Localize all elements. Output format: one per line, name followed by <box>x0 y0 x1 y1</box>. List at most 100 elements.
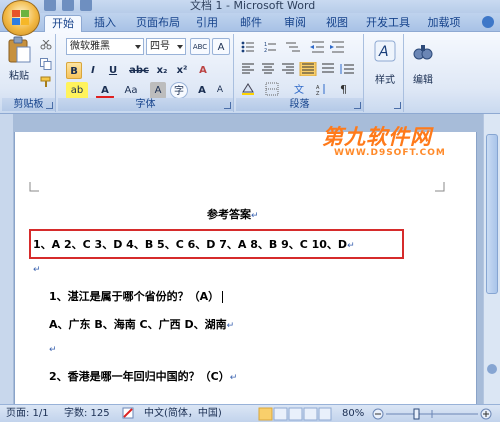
paste-label: 粘贴 <box>9 71 29 82</box>
chinese-layout-icon[interactable]: 文 <box>294 83 304 96</box>
editing-button[interactable]: 编辑 <box>408 40 438 86</box>
tab-review[interactable]: 审阅 <box>280 15 310 32</box>
zoom-slider[interactable] <box>372 407 494 421</box>
numbering-icon[interactable]: 12 <box>264 42 276 54</box>
strikethrough-button[interactable]: abc <box>128 62 150 79</box>
shading-borders-row: 文 AZ ¶ <box>240 82 360 97</box>
quick-access-toolbar <box>44 0 92 12</box>
styles-dialog-launcher[interactable] <box>394 102 401 109</box>
zoom-slider-thumb <box>413 408 420 420</box>
proofing-icon[interactable] <box>122 407 134 419</box>
redo-icon[interactable] <box>80 0 92 11</box>
grow-font-button[interactable]: A <box>194 82 210 99</box>
paragraph-mark: ↵ <box>49 345 57 355</box>
browse-object-icon[interactable] <box>487 364 497 374</box>
svg-text:Z: Z <box>316 91 320 96</box>
bullets-icon[interactable] <box>241 41 254 53</box>
margin-corner-icon <box>435 182 445 192</box>
character-shading-button[interactable]: A <box>150 82 166 99</box>
align-left-icon[interactable] <box>242 63 254 74</box>
text-highlight-button[interactable]: ab <box>66 82 88 99</box>
shading-icon[interactable] <box>242 83 254 95</box>
decrease-indent-icon[interactable] <box>310 41 324 53</box>
tab-insert[interactable]: 插入 <box>88 15 122 32</box>
font-size-value: 四号 <box>150 41 170 52</box>
zoom-level[interactable]: 80% <box>342 407 364 421</box>
subscript-button[interactable]: x₂ <box>154 62 170 79</box>
italic-button[interactable]: I <box>86 62 100 79</box>
print-layout-view-icon[interactable] <box>258 407 273 421</box>
tab-view[interactable]: 视图 <box>322 15 352 32</box>
font-size-combo[interactable]: 四号 <box>146 38 186 55</box>
chevron-down-icon <box>135 45 141 49</box>
watermark-url: WWW.D9SOFT.COM <box>334 148 446 158</box>
tab-addins[interactable]: 加载项 <box>424 15 464 32</box>
watermark-title: 第九软件网 <box>322 125 432 149</box>
save-icon[interactable] <box>44 0 56 11</box>
status-bar: 页面: 1/1 字数: 125 中文(简体，中国) 80% <box>0 404 500 422</box>
alignment-buttons-row <box>240 61 360 77</box>
align-right-icon[interactable] <box>282 63 294 74</box>
font-name-combo[interactable]: 微软雅黑 <box>66 38 144 55</box>
clipboard-dialog-launcher[interactable] <box>46 102 53 109</box>
multilevel-list-icon[interactable] <box>286 42 300 52</box>
font-dialog-launcher[interactable] <box>224 102 231 109</box>
document-page[interactable]: 参考答案↵ 1、A 2、C 3、D 4、B 5、C 6、D 7、A 8、B 9、… <box>14 132 477 404</box>
text-cursor <box>222 291 224 303</box>
styles-button[interactable]: A 样式 <box>370 40 400 86</box>
superscript-button[interactable]: x² <box>174 62 190 79</box>
full-screen-reading-icon[interactable] <box>273 407 288 421</box>
web-layout-icon[interactable] <box>288 407 303 421</box>
format-painter-icon[interactable] <box>40 76 52 88</box>
outline-view-icon[interactable] <box>303 407 318 421</box>
title-bar: 文档 1 - Microsoft Word <box>0 0 500 13</box>
character-border-button[interactable]: A <box>212 38 230 55</box>
underline-button[interactable]: U <box>104 62 122 79</box>
align-center-icon[interactable] <box>262 63 274 74</box>
shrink-font-button[interactable]: A <box>212 82 228 99</box>
tab-page-layout[interactable]: 页面布局 <box>130 15 186 32</box>
distributed-icon[interactable] <box>322 63 334 73</box>
sort-icon[interactable]: AZ <box>316 84 325 97</box>
tab-mailings[interactable]: 邮件 <box>236 15 266 32</box>
change-case-button[interactable]: Aa <box>120 82 142 99</box>
doc-question-1: 1、湛江是属于哪个省份的？（A） <box>49 288 224 304</box>
phonetic-guide-button[interactable]: ABC <box>190 38 210 55</box>
svg-text:2: 2 <box>264 48 267 54</box>
paste-button[interactable]: 粘贴 <box>4 36 34 88</box>
paragraph-group-label: 段落 <box>236 98 363 111</box>
margin-corner-icon <box>29 182 39 192</box>
scroll-thumb[interactable] <box>486 134 498 294</box>
doc-question-1-options: A、广东 B、海南 C、广西 D、湖南↵ <box>49 318 235 331</box>
clear-formatting-button[interactable]: A <box>194 62 212 79</box>
ribbon: 粘贴 剪贴板 微软雅黑 四号 ABC A B I U abc x₂ x² A a… <box>0 32 500 114</box>
vertical-scrollbar[interactable] <box>483 114 500 404</box>
cut-icon[interactable] <box>40 39 52 50</box>
show-marks-icon[interactable]: ¶ <box>340 83 347 96</box>
tab-references[interactable]: 引用 <box>192 15 222 32</box>
enclose-characters-button[interactable]: 字 <box>170 82 188 99</box>
help-icon[interactable] <box>482 16 494 28</box>
line-spacing-icon[interactable] <box>340 64 354 74</box>
styles-icon: A <box>374 40 396 62</box>
paragraph-dialog-launcher[interactable] <box>354 102 361 109</box>
language-indicator[interactable]: 中文(简体，中国) <box>144 407 222 421</box>
tab-developer[interactable]: 开发工具 <box>364 15 412 32</box>
page-count[interactable]: 页面: 1/1 <box>6 407 49 421</box>
font-color-button[interactable]: A <box>96 82 114 99</box>
svg-text:文: 文 <box>294 83 304 96</box>
draft-view-icon[interactable] <box>318 407 332 421</box>
bold-button[interactable]: B <box>66 62 82 79</box>
svg-text:¶: ¶ <box>340 83 347 96</box>
styles-group: A 样式 <box>366 34 404 112</box>
font-group: 微软雅黑 四号 ABC A B I U abc x₂ x² A ab A Aa … <box>58 34 234 112</box>
borders-icon[interactable] <box>265 82 279 96</box>
tab-home[interactable]: 开始 <box>44 15 82 32</box>
undo-icon[interactable] <box>62 0 74 11</box>
increase-indent-icon[interactable] <box>330 41 344 53</box>
editing-label: 编辑 <box>413 75 433 86</box>
ribbon-tabs: 开始 插入 页面布局 引用 邮件 审阅 视图 开发工具 加载项 <box>0 13 500 32</box>
word-count[interactable]: 字数: 125 <box>64 407 110 421</box>
office-button[interactable] <box>2 0 40 36</box>
copy-icon[interactable] <box>40 58 52 70</box>
